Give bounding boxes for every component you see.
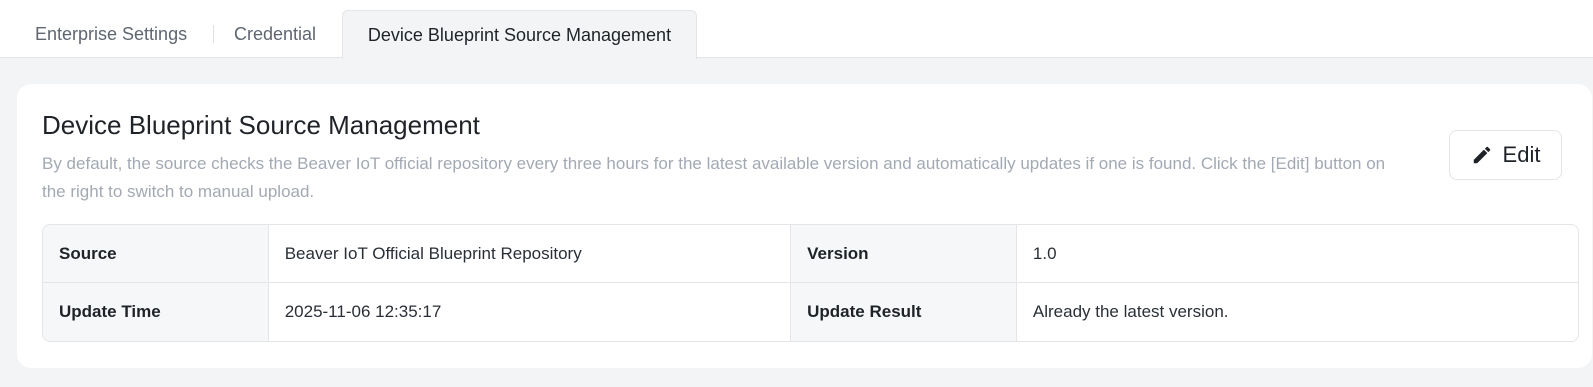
tab-device-blueprint-source-management[interactable]: Device Blueprint Source Management (342, 10, 697, 59)
update-time-key: Update Time (43, 283, 269, 341)
blueprint-source-card: Device Blueprint Source Management By de… (17, 84, 1592, 368)
edit-button-label: Edit (1502, 142, 1541, 167)
update-result-key: Update Result (791, 283, 1017, 341)
version-value: 1.0 (1016, 225, 1578, 283)
pencil-icon (1471, 144, 1493, 166)
tab-credential[interactable]: Credential (234, 10, 316, 58)
source-key: Source (43, 225, 269, 283)
table-row: Source Beaver IoT Official Blueprint Rep… (43, 225, 1578, 283)
card-title: Device Blueprint Source Management (42, 110, 480, 140)
tab-enterprise-settings[interactable]: Enterprise Settings (35, 10, 187, 58)
version-key: Version (791, 225, 1017, 283)
card-description: By default, the source checks the Beaver… (42, 154, 1386, 201)
table-row: Update Time 2025-11-06 12:35:17 Update R… (43, 283, 1578, 341)
update-result-value: Already the latest version. (1016, 283, 1578, 341)
tab-divider (213, 25, 214, 43)
update-time-value: 2025-11-06 12:35:17 (268, 283, 792, 341)
tab-bar: Enterprise Settings Credential Device Bl… (0, 0, 1593, 59)
source-value: Beaver IoT Official Blueprint Repository (268, 225, 792, 283)
edit-button[interactable]: Edit (1449, 130, 1562, 180)
details-table: Source Beaver IoT Official Blueprint Rep… (42, 224, 1579, 342)
